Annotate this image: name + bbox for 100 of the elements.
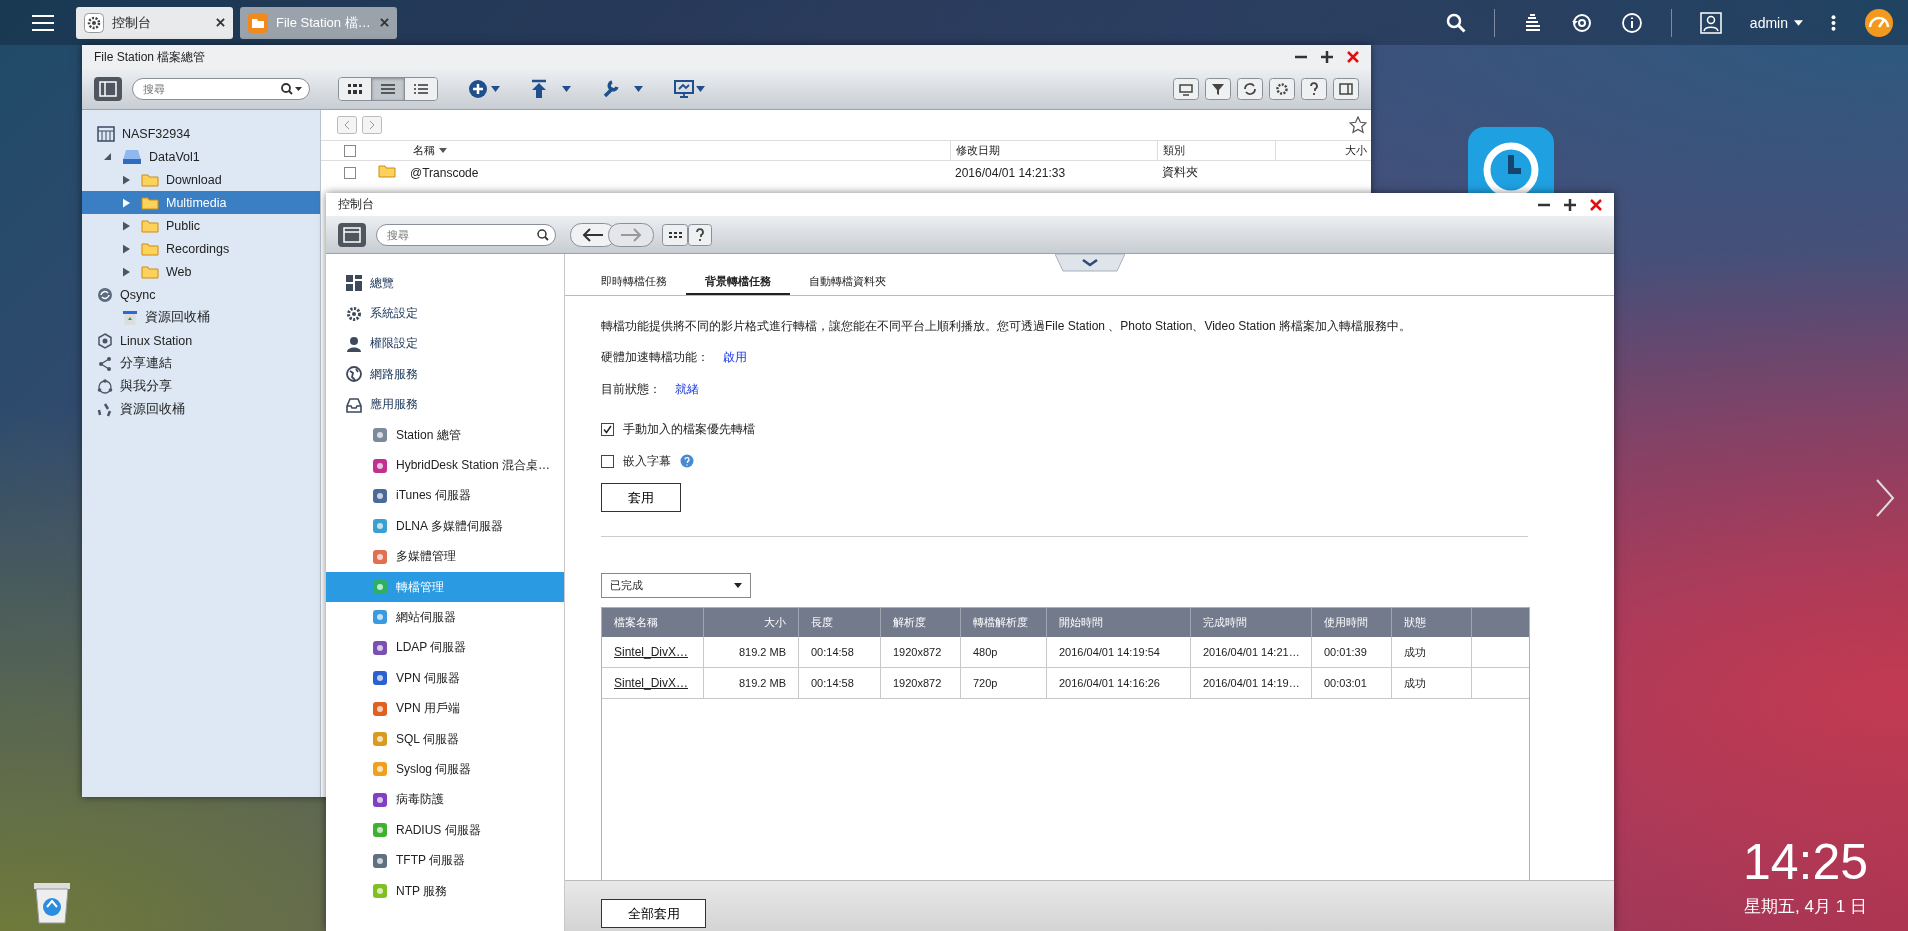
view-button[interactable] [405,78,437,100]
sidebar-item[interactable]: 網站伺服器 [326,602,564,633]
sidebar-item[interactable]: SQL 伺服器 [326,723,564,755]
refresh-icon[interactable] [1237,78,1263,100]
grid-icon[interactable] [662,223,688,246]
sidebar-item[interactable]: 網路服務 [326,359,564,390]
tree-item[interactable]: 分享連結 [82,352,320,375]
column-header[interactable]: 檔案名稱 [602,608,704,637]
sidebar-item[interactable]: DLNA 多媒體伺服器 [326,511,564,542]
remote-icon[interactable] [1173,78,1199,100]
more-icon[interactable] [1831,13,1836,32]
help-icon[interactable] [688,223,712,246]
collapsed-arrow-icon[interactable] [123,197,130,208]
sidebar-item[interactable]: 病毒防護 [326,784,564,816]
upload-dropdown-icon[interactable] [530,79,572,99]
tab[interactable]: 即時轉檔任務 [582,274,686,295]
tree-item[interactable]: 資源回收桶 [82,306,320,329]
tab[interactable]: 自動轉檔資料夾 [790,274,905,295]
collapsed-arrow-icon[interactable] [123,174,130,185]
tree-item[interactable]: 與我分享 [82,375,320,398]
column-header[interactable]: 類別 [1157,141,1275,160]
app-tab[interactable]: 控制台 [76,6,233,39]
file-link[interactable]: Sintel_DivX… [602,668,704,698]
close-icon[interactable] [380,18,389,27]
search-field[interactable]: 搜尋 [376,223,556,246]
column-header[interactable]: 完成時間 [1191,608,1312,637]
apply-button[interactable]: 套用 [601,483,681,512]
maximize-icon[interactable] [1564,198,1576,211]
collapsed-arrow-icon[interactable] [123,266,130,277]
setting-link[interactable]: 啟用 [723,349,747,366]
sidebar-toggle-icon[interactable] [94,77,122,101]
view-button[interactable] [339,78,372,100]
column-header[interactable]: 長度 [799,608,881,637]
add-dropdown-icon[interactable] [468,79,500,99]
sidebar-item[interactable]: 總覽 [326,268,564,299]
sidebar-item[interactable]: 應用服務 [326,389,564,420]
tab[interactable]: 背景轉檔任務 [686,274,790,295]
sidebar-item[interactable]: VPN 用戶端 [326,693,564,724]
collapse-handle-icon[interactable] [1055,254,1125,273]
sidebar-item[interactable]: 多媒體管理 [326,541,564,572]
checkbox[interactable] [601,422,614,436]
monitor-dropdown-icon[interactable] [674,79,706,99]
chevron-right-icon[interactable] [1875,478,1895,518]
column-header[interactable]: 修改日期 [950,141,1157,160]
tree-item[interactable]: Recordings [82,237,320,260]
expanded-arrow-icon[interactable] [104,153,111,160]
tree-item[interactable]: Linux Station [82,329,320,352]
file-link[interactable]: Sintel_DivX… [602,637,704,667]
sidebar-item[interactable]: VPN 伺服器 [326,663,564,694]
column-header[interactable]: 使用時間 [1312,608,1392,637]
tree-item[interactable]: NASF32934 [82,122,320,145]
tree-item[interactable]: Public [82,214,320,237]
close-icon[interactable] [1590,198,1602,211]
help-icon[interactable] [1301,78,1327,100]
filter-icon[interactable] [1205,78,1231,100]
tree-item[interactable]: Download [82,168,320,191]
file-name[interactable]: @Transcode [405,165,479,180]
sidebar-item[interactable]: 系統設定 [326,298,564,329]
user-icon[interactable] [1699,11,1722,34]
collapsed-arrow-icon[interactable] [123,243,130,254]
sidebar-item[interactable]: HybridDesk Station 混合桌… [326,450,564,481]
sidebar-item[interactable]: TFTP 伺服器 [326,845,564,876]
search-icon[interactable] [1445,12,1466,33]
column-header[interactable]: 狀態 [1392,608,1472,637]
checkbox[interactable] [343,144,356,157]
settings-icon[interactable] [1269,78,1295,100]
gauge-icon[interactable] [1864,7,1894,38]
sidebar-item[interactable]: LDAP 伺服器 [326,632,564,664]
close-icon[interactable] [216,18,225,27]
tree-item[interactable]: Multimedia [82,191,320,214]
checkbox[interactable] [601,454,614,468]
sidebar-item[interactable]: Syslog 伺服器 [326,754,564,785]
info-icon[interactable] [1620,11,1643,34]
sidebar-item[interactable]: RADIUS 伺服器 [326,815,564,846]
collapsed-arrow-icon[interactable] [123,220,130,231]
menu-icon[interactable] [32,13,54,32]
clock-app-icon[interactable] [1468,127,1554,193]
setting-link[interactable]: 就緒 [675,381,699,398]
apply-all-button[interactable]: 全部套用 [601,899,706,928]
panel-icon[interactable] [1333,78,1359,100]
help-icon[interactable] [680,454,694,468]
user-menu[interactable]: admin [1749,14,1803,31]
star-icon[interactable] [1349,116,1367,134]
tree-item[interactable]: DataVol1 [82,145,320,168]
column-header[interactable]: 開始時間 [1047,608,1191,637]
search-field[interactable]: 搜尋 [132,78,310,100]
status-dropdown[interactable]: 已完成 [601,573,751,598]
sync-icon[interactable] [1570,11,1593,34]
column-header[interactable]: 轉檔解析度 [961,608,1047,637]
sidebar-item[interactable]: iTunes 伺服器 [326,480,564,512]
column-header[interactable]: 大小 [704,608,799,637]
tree-item[interactable]: 資源回收桶 [82,398,320,421]
sidebar-item[interactable]: 權限設定 [326,328,564,360]
column-header[interactable]: 大小 [1275,141,1371,160]
sidebar-item[interactable]: NTP 服務 [326,875,564,907]
tree-item[interactable]: Qsync [82,283,320,306]
checkbox[interactable] [343,166,356,179]
column-header[interactable]: 名稱 [405,141,950,160]
sidebar-toggle-icon[interactable] [338,222,366,247]
maximize-icon[interactable] [1321,51,1333,63]
